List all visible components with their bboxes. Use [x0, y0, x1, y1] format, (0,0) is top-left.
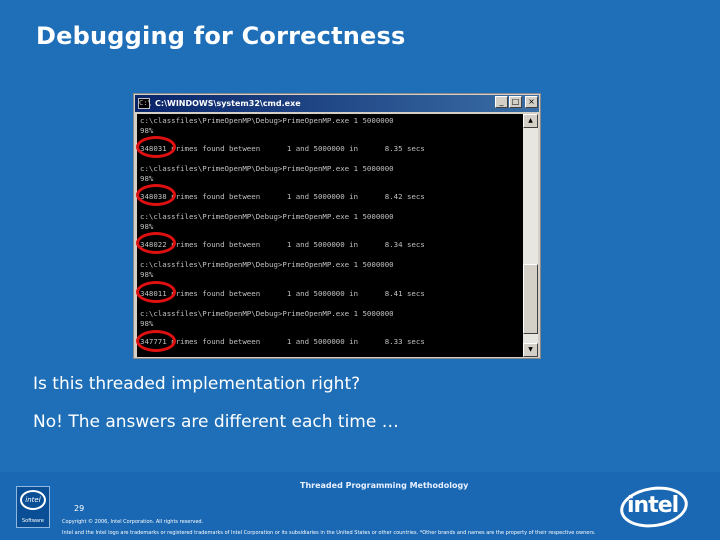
intel-software-badge: intel Software [16, 486, 50, 528]
console-line: c:\classfiles\PrimeOpenMP\Debug>PrimeOpe… [140, 164, 394, 173]
console-line: 347771 primes found between 1 and 500000… [140, 337, 425, 346]
cmd-window-title: C:\WINDOWS\system32\cmd.exe [155, 99, 301, 108]
console-line: c:\classfiles\PrimeOpenMP\Debug>PrimeOpe… [140, 309, 394, 318]
maximize-button[interactable]: □ [509, 96, 522, 108]
console-line: 98% [140, 126, 154, 135]
vertical-scrollbar[interactable]: ▲ ▼ [523, 114, 538, 357]
minimize-button[interactable]: _ [495, 96, 508, 108]
intel-logo-icon: intel [20, 490, 46, 510]
console-line: 348022 primes found between 1 and 500000… [140, 240, 425, 249]
console-icon[interactable]: C:\ [138, 98, 152, 109]
console-line: 98% [140, 319, 154, 328]
console-line: 98% [140, 222, 154, 231]
scroll-thumb[interactable] [523, 264, 538, 334]
question-text: Is this threaded implementation right? [33, 374, 361, 394]
console-line: c:\classfiles\PrimeOpenMP\Debug>PrimeOpe… [140, 116, 394, 125]
cmd-window[interactable]: C:\ C:\WINDOWS\system32\cmd.exe _ □ × c:… [133, 93, 541, 359]
console-line: 98% [140, 270, 154, 279]
highlight-circle [136, 281, 176, 303]
intel-logo: intel [627, 493, 679, 518]
copyright-text: Copyright © 2006, Intel Corporation. All… [62, 519, 204, 525]
scroll-down-icon[interactable]: ▼ [523, 343, 538, 357]
slide-title: Debugging for Correctness [36, 22, 406, 50]
scroll-up-icon[interactable]: ▲ [523, 114, 538, 128]
cmd-titlebar[interactable]: C:\ C:\WINDOWS\system32\cmd.exe [135, 95, 539, 112]
window-controls: _ □ × [495, 96, 538, 108]
console-line: 348011 primes found between 1 and 500000… [140, 289, 425, 298]
trademark-text: Intel and the Intel logo are trademarks … [62, 530, 596, 536]
page-number: 29 [74, 504, 85, 513]
console-line: 348038 primes found between 1 and 500000… [140, 192, 425, 201]
footer-topic: Threaded Programming Methodology [300, 481, 469, 490]
highlight-circle [136, 232, 176, 254]
console-line: 348031 primes found between 1 and 500000… [140, 144, 425, 153]
console-output[interactable]: c:\classfiles\PrimeOpenMP\Debug>PrimeOpe… [137, 114, 525, 357]
console-line: 98% [140, 174, 154, 183]
highlight-circle [136, 330, 176, 352]
highlight-circle [136, 184, 176, 206]
close-button[interactable]: × [525, 96, 538, 108]
badge-label: Software [21, 518, 45, 524]
answer-text: No! The answers are different each time … [33, 412, 399, 432]
highlight-circle [136, 136, 176, 158]
console-line: c:\classfiles\PrimeOpenMP\Debug>PrimeOpe… [140, 260, 394, 269]
console-line: c:\classfiles\PrimeOpenMP\Debug>PrimeOpe… [140, 212, 394, 221]
